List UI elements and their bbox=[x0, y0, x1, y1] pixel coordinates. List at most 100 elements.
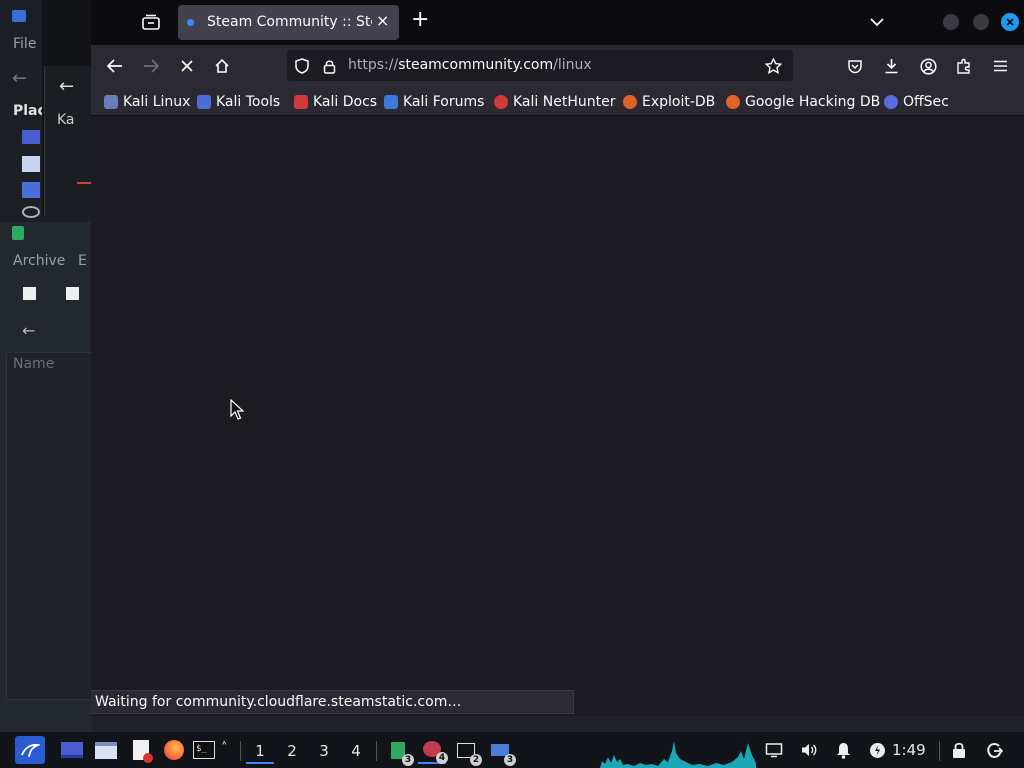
clock[interactable]: 1:49 bbox=[892, 741, 926, 759]
new-archive-icon[interactable] bbox=[23, 287, 36, 300]
bookmark-kali-nethunter[interactable]: Kali NetHunter bbox=[494, 92, 615, 112]
logout-icon[interactable] bbox=[980, 736, 1008, 764]
edit-menu[interactable]: E bbox=[78, 253, 87, 269]
task-text-editor[interactable]: 3 bbox=[384, 736, 414, 766]
bookmark-kali-docs[interactable]: Kali Docs bbox=[294, 92, 377, 112]
pocket-icon[interactable] bbox=[841, 52, 869, 80]
maximize-icon[interactable] bbox=[973, 14, 989, 30]
bookmark-label: Kali NetHunter bbox=[513, 94, 616, 110]
terminal-icon[interactable]: $_ bbox=[190, 736, 218, 764]
places-label: Plac bbox=[13, 103, 46, 119]
bookmark-label: Exploit-DB bbox=[642, 94, 716, 110]
url-scheme: https:// bbox=[348, 57, 399, 73]
file-manager-icon[interactable] bbox=[92, 736, 120, 764]
kali-tab-label[interactable]: Ka bbox=[57, 112, 75, 128]
back-arrow-icon[interactable]: ← bbox=[22, 321, 35, 340]
kali-forums-icon bbox=[384, 95, 398, 109]
minimize-icon[interactable] bbox=[943, 14, 959, 30]
bookmark-exploit-db[interactable]: Exploit-DB bbox=[623, 92, 715, 112]
steam-favicon-icon bbox=[187, 19, 194, 26]
display-icon[interactable] bbox=[760, 736, 788, 764]
workspace-1[interactable]: 1 bbox=[246, 738, 274, 764]
archive-file-list: Name bbox=[6, 352, 92, 700]
name-column-header[interactable]: Name bbox=[13, 356, 54, 372]
computer-icon[interactable] bbox=[22, 130, 40, 144]
power-manager-icon[interactable] bbox=[863, 736, 891, 764]
workspace-2[interactable]: 2 bbox=[278, 738, 306, 764]
notifications-bell-icon[interactable] bbox=[829, 736, 857, 764]
desktop-folder-icon[interactable] bbox=[22, 182, 40, 198]
file-menu[interactable]: File bbox=[13, 36, 36, 52]
firefox-icon[interactable] bbox=[160, 736, 188, 764]
url-text[interactable]: https://steamcommunity.com/linux bbox=[348, 57, 592, 73]
tab-title: Steam Community :: Steam bbox=[207, 14, 372, 30]
open-archive-icon[interactable] bbox=[66, 287, 79, 300]
separator bbox=[240, 741, 241, 761]
mouse-cursor-icon bbox=[230, 399, 244, 421]
list-all-tabs-icon[interactable] bbox=[863, 8, 891, 36]
bookmark-kali-forums[interactable]: Kali Forums bbox=[384, 92, 484, 112]
tracking-protection-icon[interactable] bbox=[288, 52, 316, 80]
bookmark-label: Kali Forums bbox=[403, 94, 485, 110]
window-count-badge: 2 bbox=[470, 754, 482, 766]
volume-icon[interactable] bbox=[795, 736, 823, 764]
task-firefox[interactable]: 4 bbox=[418, 736, 448, 764]
lock-screen-icon[interactable] bbox=[945, 736, 973, 764]
bookmark-star-icon[interactable] bbox=[759, 52, 787, 80]
forward-icon[interactable] bbox=[137, 52, 165, 80]
window-count-badge: 4 bbox=[436, 752, 448, 764]
extensions-icon[interactable] bbox=[950, 52, 978, 80]
url-bar[interactable]: https://steamcommunity.com/linux bbox=[287, 50, 793, 81]
active-tab[interactable]: Steam Community :: Steam × bbox=[178, 5, 399, 40]
tab-list-icon[interactable] bbox=[137, 8, 165, 36]
window-count-badge: 3 bbox=[504, 754, 516, 766]
app-menu-icon[interactable] bbox=[986, 52, 1014, 80]
new-tab-button[interactable]: + bbox=[411, 9, 429, 31]
window-count-badge: 3 bbox=[402, 754, 414, 766]
taskbar: $_ ˄ 1 2 3 4 3 4 2 3 1:49 bbox=[0, 732, 1024, 768]
nethunter-icon bbox=[494, 95, 508, 109]
kali-dragon-icon bbox=[104, 95, 118, 109]
navigation-toolbar: https://steamcommunity.com/linux bbox=[91, 45, 1024, 87]
cpu-graph bbox=[600, 741, 756, 768]
workspace-4[interactable]: 4 bbox=[342, 738, 370, 764]
task-files[interactable]: 3 bbox=[486, 736, 516, 766]
status-panel: Waiting for community.cloudflare.steamst… bbox=[91, 690, 574, 714]
tab-bar: Steam Community :: Steam × + bbox=[91, 0, 1024, 45]
bookmark-label: OffSec bbox=[903, 94, 949, 110]
recent-icon[interactable] bbox=[22, 206, 40, 218]
exploit-db-icon bbox=[623, 95, 637, 109]
tab-close-icon[interactable]: × bbox=[376, 11, 389, 30]
bookmark-label: Kali Docs bbox=[313, 94, 378, 110]
folder-icon bbox=[12, 10, 26, 22]
home-icon[interactable] bbox=[208, 52, 236, 80]
separator bbox=[376, 741, 377, 761]
back-arrow-icon[interactable]: ← bbox=[59, 76, 74, 97]
back-icon[interactable] bbox=[101, 52, 129, 80]
account-icon[interactable] bbox=[914, 52, 942, 80]
show-desktop-icon[interactable] bbox=[58, 736, 86, 764]
home-folder-icon[interactable] bbox=[22, 156, 40, 172]
stop-loading-icon[interactable] bbox=[173, 52, 201, 80]
text-editor-icon[interactable] bbox=[127, 736, 155, 764]
lock-icon[interactable] bbox=[315, 52, 343, 80]
chevron-up-icon[interactable]: ˄ bbox=[221, 741, 228, 756]
bookmark-google-hacking-db[interactable]: Google Hacking DB bbox=[726, 92, 880, 112]
downloads-icon[interactable] bbox=[877, 52, 905, 80]
ghdb-icon bbox=[726, 95, 740, 109]
bookmark-label: Kali Linux bbox=[123, 94, 191, 110]
separator bbox=[939, 741, 940, 761]
back-arrow-icon[interactable]: ← bbox=[12, 68, 27, 89]
workspace-3[interactable]: 3 bbox=[310, 738, 338, 764]
bookmark-label: Kali Tools bbox=[216, 94, 281, 110]
window-close-icon[interactable] bbox=[1001, 13, 1019, 31]
url-host: steamcommunity.com bbox=[398, 57, 554, 73]
archive-menu[interactable]: Archive bbox=[13, 253, 65, 269]
kali-menu-icon[interactable] bbox=[15, 736, 45, 764]
kali-docs-icon bbox=[294, 95, 308, 109]
bookmark-kali-tools[interactable]: Kali Tools bbox=[197, 92, 280, 112]
bookmark-offsec[interactable]: OffSec bbox=[884, 92, 949, 112]
offsec-icon bbox=[884, 95, 898, 109]
bookmark-kali-linux[interactable]: Kali Linux bbox=[104, 92, 190, 112]
task-terminal[interactable]: 2 bbox=[452, 736, 482, 766]
